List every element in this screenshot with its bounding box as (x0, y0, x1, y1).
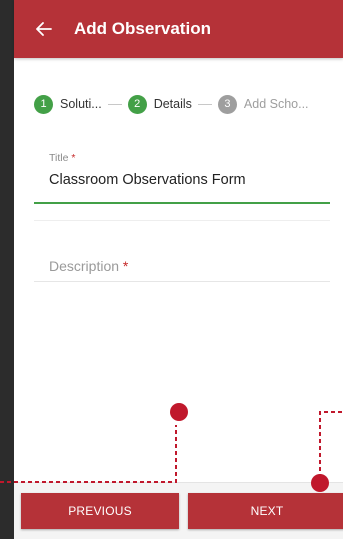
arrow-left-icon[interactable] (34, 19, 54, 39)
next-button[interactable]: NEXT (188, 493, 343, 529)
annotation-dot-previous (170, 403, 188, 421)
annotation-connector-previous (0, 425, 177, 483)
title-field[interactable]: Title * Classroom Observations Form (34, 148, 330, 204)
step-details[interactable]: 2 Details (127, 94, 192, 114)
annotation-connector-next (319, 411, 343, 478)
step-label: Add Scho... (243, 97, 309, 111)
left-edge-rail (0, 0, 14, 539)
previous-button[interactable]: PREVIOUS (21, 493, 179, 529)
title-field-value[interactable]: Classroom Observations Form (49, 172, 330, 188)
description-placeholder-text: Description (49, 258, 120, 274)
stepper: 1 Soluti... 2 Details 3 Add Scho... (34, 92, 334, 116)
title-label-text: Title (49, 152, 69, 164)
description-placeholder: Description * (49, 258, 128, 274)
required-mark: * (71, 152, 76, 164)
step-connector (197, 103, 212, 105)
page-title: Add Observation (74, 19, 211, 38)
step-connector (107, 103, 122, 105)
title-field-label: Title * (49, 152, 330, 164)
step-label: Soluti... (60, 97, 102, 111)
app-bar: Add Observation (14, 0, 343, 58)
description-field[interactable]: Description * (34, 220, 330, 282)
step-number: 2 (127, 94, 147, 114)
step-add-school[interactable]: 3 Add Scho... (217, 94, 309, 114)
step-label: Details (153, 97, 192, 111)
bottom-action-bar: PREVIOUS NEXT (14, 482, 343, 539)
step-number: 3 (217, 94, 237, 114)
required-mark: * (122, 258, 129, 274)
step-number: 1 (34, 94, 53, 114)
screen: Add Observation 1 Soluti... 2 Details 3 … (0, 0, 343, 539)
step-solution[interactable]: 1 Soluti... (34, 94, 102, 114)
